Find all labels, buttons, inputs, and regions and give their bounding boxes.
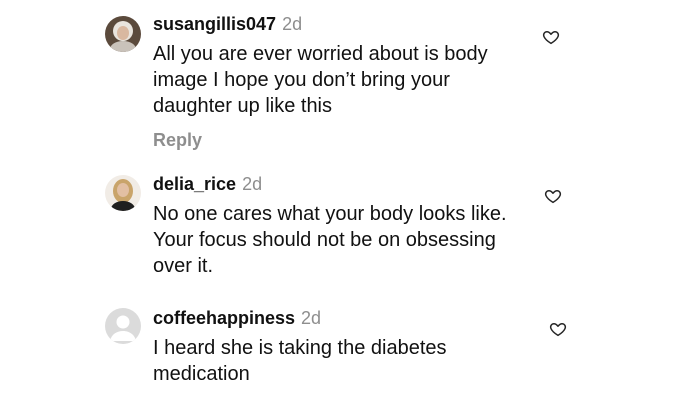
heart-outline-icon bbox=[542, 31, 560, 45]
comment-meta: coffeehappiness 2d bbox=[153, 307, 321, 329]
username-link[interactable]: susangillis047 bbox=[153, 14, 276, 34]
reply-button[interactable]: Reply bbox=[153, 129, 202, 151]
avatar[interactable] bbox=[105, 308, 141, 344]
like-button[interactable] bbox=[549, 320, 567, 338]
username-link[interactable]: delia_rice bbox=[153, 174, 236, 194]
comment-timestamp[interactable]: 2d bbox=[301, 308, 321, 328]
heart-outline-icon bbox=[544, 190, 562, 204]
comment-text: All you are ever worried about is body i… bbox=[153, 43, 488, 117]
user-photo-avatar-icon bbox=[105, 175, 141, 211]
comment-meta: susangillis047 2d bbox=[153, 13, 302, 35]
comment-timestamp[interactable]: 2d bbox=[282, 14, 302, 34]
comment-text: No one cares what your body looks like. … bbox=[153, 203, 507, 277]
heart-outline-icon bbox=[549, 323, 567, 337]
like-button[interactable] bbox=[544, 187, 562, 205]
comment-timestamp[interactable]: 2d bbox=[242, 174, 262, 194]
user-photo-avatar-icon bbox=[105, 16, 141, 52]
username-link[interactable]: coffeehappiness bbox=[153, 308, 295, 328]
like-button[interactable] bbox=[542, 28, 560, 46]
default-avatar-icon bbox=[105, 308, 141, 344]
avatar[interactable] bbox=[105, 16, 141, 52]
comment-text: I heard she is taking the diabetes medic… bbox=[153, 337, 447, 385]
comment-meta: delia_rice 2d bbox=[153, 173, 262, 195]
avatar[interactable] bbox=[105, 175, 141, 211]
